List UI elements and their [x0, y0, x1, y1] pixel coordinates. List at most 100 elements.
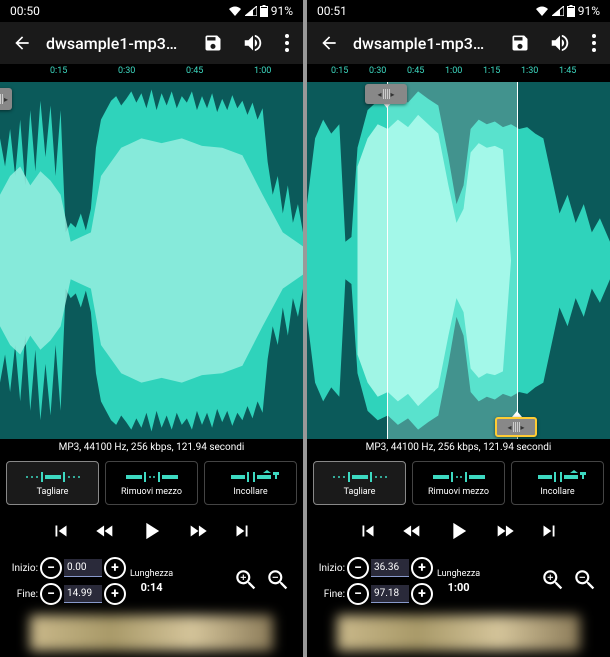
tick: 0:45: [186, 66, 203, 76]
status-time: 00:51: [317, 4, 347, 18]
tick: 1:45: [559, 66, 576, 76]
battery-icon: [567, 5, 575, 17]
skip-end-button[interactable]: [538, 520, 560, 542]
skip-end-button[interactable]: [231, 520, 253, 542]
timeline[interactable]: 0:15 0:30 0:45 1:00: [0, 64, 303, 82]
tick: 1:15: [483, 66, 500, 76]
battery-pct: 91%: [578, 4, 600, 18]
end-plus-button[interactable]: +: [104, 583, 126, 605]
overflow-button[interactable]: [277, 27, 297, 59]
end-minus-button[interactable]: −: [40, 583, 62, 605]
start-input[interactable]: 36.36: [371, 559, 409, 577]
tick: 0:30: [369, 66, 386, 76]
tick: 1:00: [445, 66, 462, 76]
save-button[interactable]: [504, 27, 536, 59]
back-button[interactable]: [313, 27, 345, 59]
end-label: Fine:: [6, 589, 38, 600]
length-label: Lunghezza: [437, 569, 480, 579]
zoom-in-button[interactable]: [233, 567, 259, 596]
waveform-area[interactable]: ▸: [0, 82, 303, 439]
rewind-button[interactable]: [399, 520, 425, 542]
phone-right: 00:51 91% dwsample1-mp3… 0:15 0:30 0:45 …: [307, 0, 610, 657]
skip-start-button[interactable]: [357, 520, 379, 542]
play-button[interactable]: [137, 517, 165, 545]
forward-button[interactable]: [185, 520, 211, 542]
save-button[interactable]: [197, 27, 229, 59]
start-minus-button[interactable]: −: [40, 557, 62, 579]
modes-row: Tagliare Rimuovi mezzo Incollare: [307, 457, 610, 509]
app-bar: dwsample1-mp3…: [307, 22, 610, 64]
status-indicators: 91%: [228, 4, 293, 18]
playback-controls: [307, 509, 610, 553]
mode-paste[interactable]: Incollare: [511, 461, 604, 505]
status-indicators: 91%: [535, 4, 600, 18]
app-title: dwsample1-mp3…: [353, 34, 496, 53]
volume-button[interactable]: [237, 27, 269, 59]
mode-remove-middle[interactable]: Rimuovi mezzo: [412, 461, 505, 505]
mode-label: Tagliare: [344, 487, 376, 497]
forward-button[interactable]: [492, 520, 518, 542]
mode-cut[interactable]: Tagliare: [313, 461, 406, 505]
ad-banner[interactable]: [0, 609, 303, 657]
wifi-icon: [228, 6, 242, 16]
start-input[interactable]: 0.00: [64, 559, 102, 577]
length-label: Lunghezza: [130, 569, 173, 579]
end-input[interactable]: 14.99: [64, 585, 102, 603]
start-plus-button[interactable]: +: [411, 557, 433, 579]
end-minus-button[interactable]: −: [347, 583, 369, 605]
modes-row: Tagliare Rimuovi mezzo Incollare: [0, 457, 303, 509]
audio-info: MP3, 44100 Hz, 256 kbps, 121.94 secondi: [307, 439, 610, 457]
volume-button[interactable]: [544, 27, 576, 59]
mode-label: Incollare: [233, 487, 267, 497]
end-input[interactable]: 97.18: [371, 585, 409, 603]
mode-remove-middle[interactable]: Rimuovi mezzo: [105, 461, 198, 505]
mode-label: Incollare: [540, 487, 574, 497]
length-value: 1:00: [448, 581, 470, 594]
phone-left: 00:50 91% dwsample1-mp3… 0:15 0:30 0:45 …: [0, 0, 303, 657]
tick: 0:15: [50, 66, 67, 76]
app-title: dwsample1-mp3…: [46, 34, 189, 53]
waveform-area[interactable]: ◂▸ ◂▸: [307, 82, 610, 439]
zoom-in-button[interactable]: [540, 567, 566, 596]
length-value: 0:14: [141, 581, 163, 594]
mode-paste[interactable]: Incollare: [204, 461, 297, 505]
time-controls: Inizio: − 0.00 + Fine: − 14.99 + Lunghez…: [0, 553, 303, 609]
audio-info: MP3, 44100 Hz, 256 kbps, 121.94 secondi: [0, 439, 303, 457]
start-marker-line: [387, 82, 388, 439]
play-button[interactable]: [444, 517, 472, 545]
battery-pct: 91%: [271, 4, 293, 18]
timeline[interactable]: 0:15 0:30 0:45 1:00 1:15 1:30 1:45: [307, 64, 610, 82]
tick: 0:30: [118, 66, 135, 76]
end-label: Fine:: [313, 589, 345, 600]
status-bar: 00:51 91%: [307, 0, 610, 22]
signal-icon: [245, 6, 257, 16]
mode-label: Rimuovi mezzo: [121, 487, 182, 497]
start-label: Inizio:: [6, 563, 38, 574]
zoom-out-button[interactable]: [572, 567, 598, 596]
rewind-button[interactable]: [92, 520, 118, 542]
start-handle[interactable]: ▸: [0, 88, 12, 110]
signal-icon: [552, 6, 564, 16]
back-button[interactable]: [6, 27, 38, 59]
start-plus-button[interactable]: +: [104, 557, 126, 579]
overflow-button[interactable]: [584, 27, 604, 59]
mode-label: Tagliare: [37, 487, 69, 497]
skip-start-button[interactable]: [50, 520, 72, 542]
end-plus-button[interactable]: +: [411, 583, 433, 605]
battery-icon: [260, 5, 268, 17]
waveform: [0, 82, 303, 439]
mode-cut[interactable]: Tagliare: [6, 461, 99, 505]
tick: 0:45: [407, 66, 424, 76]
playback-controls: [0, 509, 303, 553]
tick: 0:15: [331, 66, 348, 76]
status-bar: 00:50 91%: [0, 0, 303, 22]
app-bar: dwsample1-mp3…: [0, 22, 303, 64]
waveform: [307, 82, 610, 439]
start-handle[interactable]: ◂▸: [365, 84, 407, 104]
wifi-icon: [535, 6, 549, 16]
end-handle[interactable]: ◂▸: [495, 417, 537, 437]
tick: 1:00: [254, 66, 271, 76]
ad-banner[interactable]: [307, 609, 610, 657]
zoom-out-button[interactable]: [265, 567, 291, 596]
start-minus-button[interactable]: −: [347, 557, 369, 579]
